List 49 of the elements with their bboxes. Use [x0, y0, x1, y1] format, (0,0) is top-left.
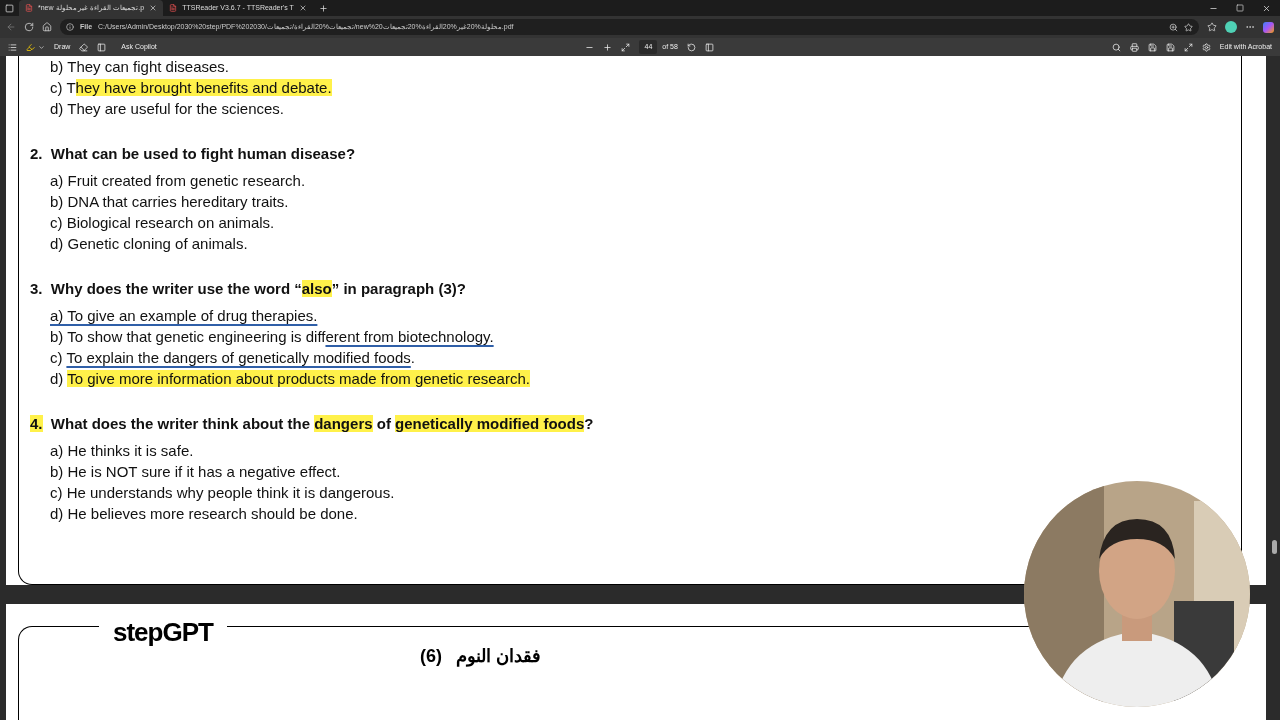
- settings-icon[interactable]: [1201, 42, 1211, 52]
- favorite-icon[interactable]: [1184, 22, 1193, 32]
- answer-option: c) He understands why people think it is dangerous.: [30, 482, 395, 503]
- zoom-in-icon[interactable]: [603, 42, 613, 52]
- highlight-icon[interactable]: [26, 42, 35, 52]
- question-text: 2. What can be used to fight human disease?: [30, 144, 357, 164]
- answer-option: b) He is NOT sure if it has a negative effect.: [30, 461, 341, 482]
- fullscreen-icon[interactable]: [1183, 42, 1193, 52]
- print-icon[interactable]: [1129, 42, 1139, 52]
- favorites-icon[interactable]: [1207, 22, 1217, 32]
- contents-icon[interactable]: [8, 42, 17, 52]
- maximize-icon[interactable]: [1236, 4, 1244, 12]
- answer-option: a) Fruit created from genetic research.: [30, 170, 306, 191]
- caret-icon[interactable]: [38, 43, 45, 51]
- new-tab-icon[interactable]: [318, 3, 328, 13]
- copilot-icon[interactable]: [1263, 21, 1274, 33]
- home-icon[interactable]: [42, 22, 52, 32]
- answer-option: b) DNA that carries hereditary traits.: [30, 191, 289, 212]
- answer-option: d) They are useful for the sciences.: [30, 98, 284, 119]
- pdf-icon: [169, 4, 178, 12]
- answer-option: a) To give an example of drug therapies.: [30, 305, 318, 326]
- answer-option: a) He thinks it is safe.: [30, 440, 194, 461]
- eraser-icon[interactable]: [79, 42, 89, 52]
- question-text: 3. Why does the writer use the word “also” in paragraph (3)?: [30, 279, 467, 299]
- save-icon[interactable]: [1147, 42, 1157, 52]
- answer-option: b) To show that genetic engineering is different from biotechnology.: [30, 326, 494, 347]
- close-icon[interactable]: [149, 4, 158, 12]
- pdf-icon: [25, 4, 33, 12]
- profile-avatar[interactable]: [1225, 21, 1237, 33]
- answer-option: d) Genetic cloning of animals.: [30, 233, 248, 254]
- fit-icon[interactable]: [621, 42, 631, 52]
- answer-option: c) Biological research on animals.: [30, 212, 275, 233]
- scrollbar[interactable]: [1272, 540, 1277, 554]
- info-icon: [66, 23, 74, 31]
- tab-actions-icon[interactable]: [5, 3, 14, 13]
- section-title: فقدان النوم: [456, 645, 541, 669]
- page-view-icon[interactable]: [704, 42, 714, 52]
- answer-option: d) He believes more research should be done.: [30, 503, 358, 524]
- question-text: 4. What does the writer think about the dangers of genetically modified foods?: [30, 414, 595, 434]
- close-icon[interactable]: [298, 4, 307, 12]
- reload-icon[interactable]: [24, 22, 34, 32]
- zoom-icon[interactable]: [1169, 22, 1178, 32]
- section-number: (6): [420, 645, 442, 668]
- rotate-icon[interactable]: [686, 42, 696, 52]
- search-icon[interactable]: [1111, 42, 1121, 52]
- save-as-icon[interactable]: [1165, 42, 1175, 52]
- answer-option: c) To explain the dangers of genetically modified foods.: [30, 347, 415, 368]
- answer-option: b) They can fight diseases.: [30, 56, 229, 77]
- close-icon[interactable]: [1262, 3, 1271, 13]
